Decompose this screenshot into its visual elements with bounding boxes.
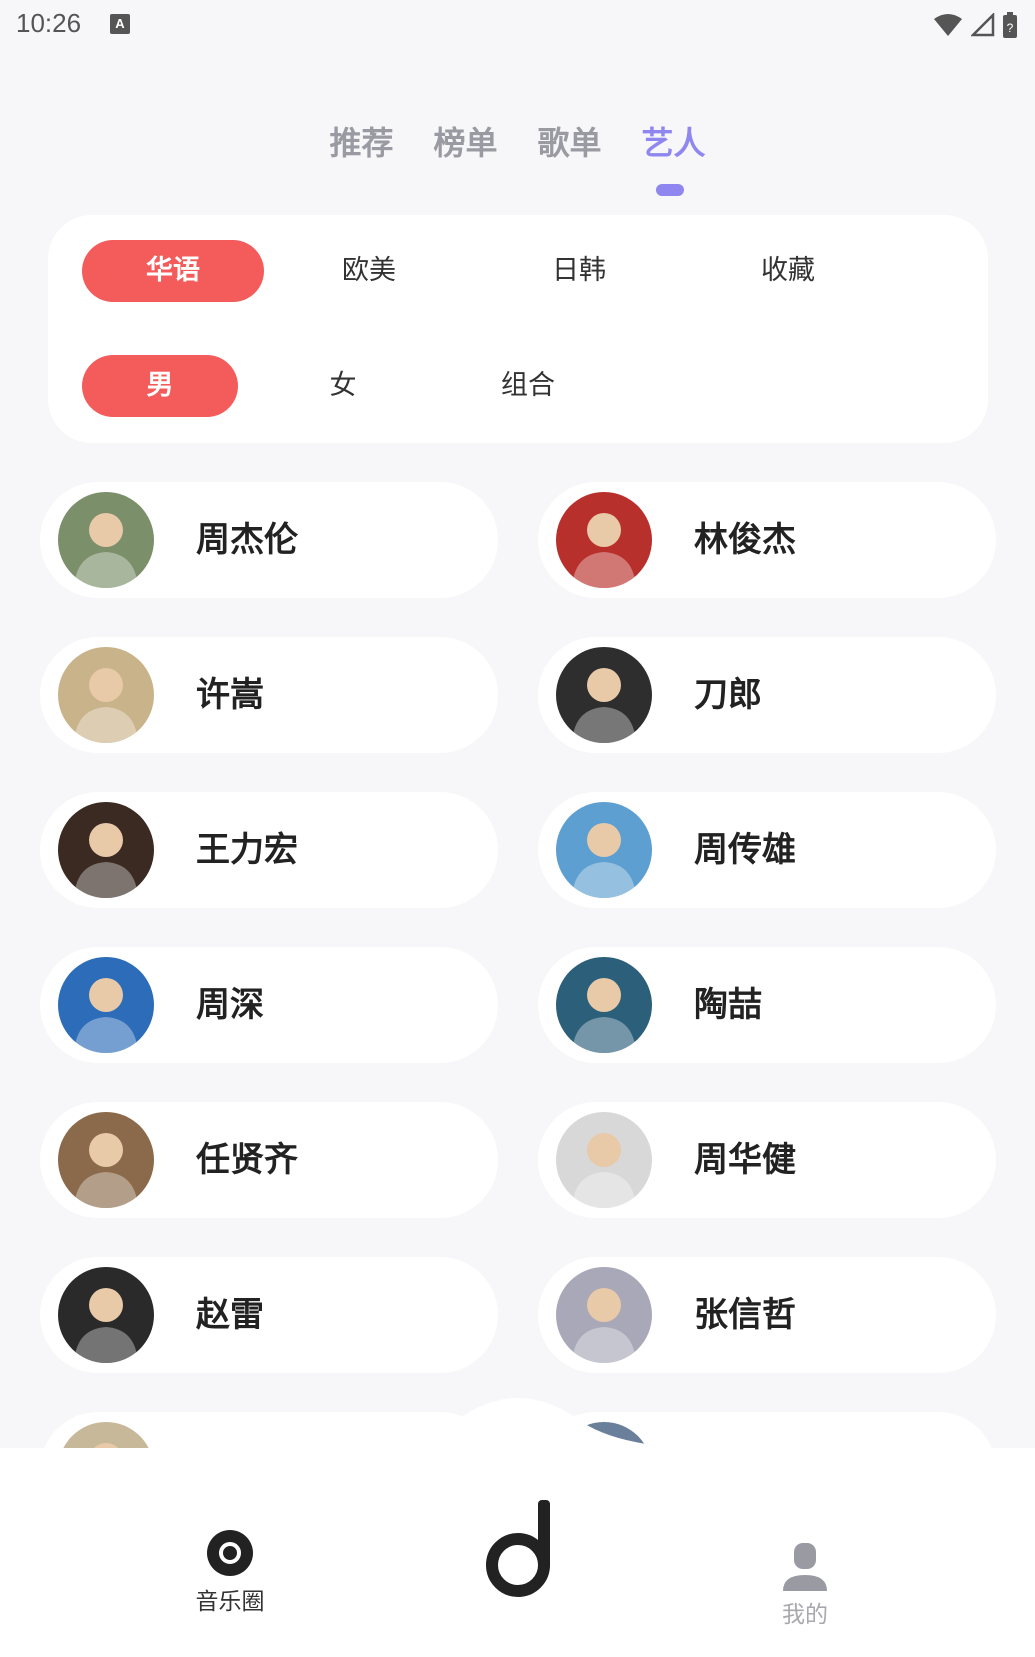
status-icons: ? (933, 10, 1017, 40)
artist-card[interactable]: 陶喆 (538, 947, 996, 1063)
artist-avatar (556, 1267, 652, 1363)
artist-name: 赵雷 (196, 1295, 264, 1335)
filter-favorites[interactable]: 收藏 (723, 240, 853, 302)
music-note-logo-icon (486, 1500, 550, 1597)
artist-avatar (556, 492, 652, 588)
artist-avatar (556, 957, 652, 1053)
active-tab-indicator (656, 184, 684, 196)
filter-card: 华语 欧美 日韩 收藏 男 女 组合 (48, 215, 988, 443)
artist-card[interactable]: 周杰伦 (40, 482, 498, 598)
artist-avatar (58, 492, 154, 588)
filter-group[interactable]: 组合 (468, 355, 588, 417)
artist-avatar (58, 1112, 154, 1208)
artist-name: 林俊杰 (694, 520, 796, 560)
filter-japan-korea[interactable]: 日韩 (514, 240, 644, 302)
artist-name: 周传雄 (694, 830, 796, 870)
tab-artists[interactable]: 艺人 (642, 118, 706, 164)
artist-avatar (556, 1112, 652, 1208)
top-tab-bar: 推荐 榜单 歌单 艺人 (0, 118, 1035, 164)
filter-western[interactable]: 欧美 (304, 240, 434, 302)
artist-avatar (58, 1267, 154, 1363)
nav-music-circle[interactable]: 音乐圈 (190, 1528, 270, 1616)
artist-name: 周华健 (694, 1140, 796, 1180)
nav-mine-label: 我的 (782, 1602, 828, 1628)
artist-card[interactable]: 周传雄 (538, 792, 996, 908)
artist-card[interactable]: 张信哲 (538, 1257, 996, 1373)
artist-name: 周杰伦 (196, 520, 298, 560)
artist-card[interactable]: 王力宏 (40, 792, 498, 908)
artist-card[interactable]: 周深 (40, 947, 498, 1063)
artist-avatar (58, 957, 154, 1053)
filter-male[interactable]: 男 (82, 355, 238, 417)
filter-female[interactable]: 女 (293, 355, 393, 417)
nav-center-music[interactable] (470, 1498, 570, 1602)
artist-avatar (58, 647, 154, 743)
artist-name: 张信哲 (694, 1295, 796, 1335)
status-time: 10:26 (16, 8, 82, 38)
artist-name: 任贤齐 (196, 1140, 298, 1180)
artist-card[interactable]: 林俊杰 (538, 482, 996, 598)
artist-name: 陶喆 (694, 985, 762, 1025)
artist-card[interactable]: 许嵩 (40, 637, 498, 753)
wifi-icon (934, 14, 962, 36)
nav-music-circle-label: 音乐圈 (195, 1589, 265, 1615)
artist-card[interactable]: 任贤齐 (40, 1102, 498, 1218)
artist-name: 刀郎 (694, 675, 762, 715)
battery-icon: ? (1003, 12, 1017, 38)
artist-avatar (58, 802, 154, 898)
status-bar: 10:26 A ? (0, 0, 1035, 50)
nav-mine[interactable]: 我的 (765, 1543, 845, 1629)
artist-name: 周深 (196, 985, 264, 1025)
bottom-nav: 音乐圈 我的 (0, 1398, 1035, 1657)
artist-avatar (556, 802, 652, 898)
artist-avatar (556, 647, 652, 743)
user-profile-icon (783, 1543, 827, 1591)
artist-card[interactable]: 刀郎 (538, 637, 996, 753)
artist-name: 许嵩 (196, 675, 264, 715)
artist-card[interactable]: 赵雷 (40, 1257, 498, 1373)
artist-card[interactable]: 周华健 (538, 1102, 996, 1218)
tab-playlists[interactable]: 歌单 (538, 118, 602, 164)
artist-name: 王力宏 (196, 830, 298, 870)
signal-icon (971, 13, 995, 37)
tab-charts[interactable]: 榜单 (433, 118, 497, 164)
svg-text:?: ? (1007, 21, 1014, 35)
tab-recommend[interactable]: 推荐 (329, 118, 393, 164)
music-circle-icon (207, 1530, 253, 1576)
filter-chinese[interactable]: 华语 (82, 240, 264, 302)
notification-a-icon: A (110, 14, 130, 34)
